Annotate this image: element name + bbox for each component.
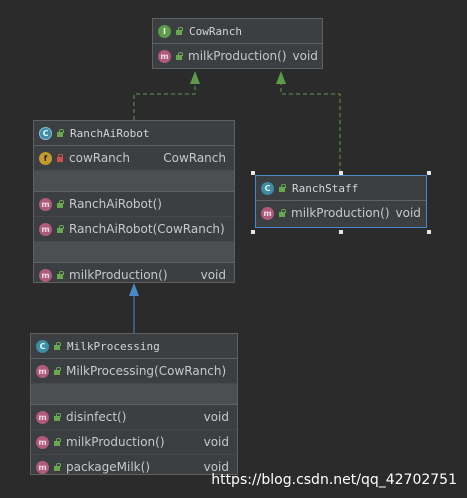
ranchstaff-header: C RanchStaff (256, 176, 426, 201)
section-divider (31, 384, 237, 405)
ranchairobot-method-milkproduction[interactable]: m milkProduction() void (34, 263, 234, 287)
selection-handle-top-right[interactable] (427, 171, 431, 175)
constructor-name: RanchAiRobot() (69, 197, 162, 211)
ranchairobot-class-box[interactable]: C RanchAiRobot f cowRanch CowRanch m Ran… (33, 120, 235, 283)
cowranch-name: CowRanch (189, 24, 242, 38)
public-lock-icon (278, 209, 286, 217)
ranchstaff-method-milkproduction[interactable]: m milkProduction() void (256, 201, 426, 225)
method-icon: m (36, 435, 49, 449)
method-name: milkProduction() (66, 435, 165, 449)
implements-edge-ranchairobot (133, 84, 196, 120)
abstract-method-icon: m (158, 49, 171, 63)
milkprocessing-header: C MilkProcessing (31, 334, 237, 359)
method-return-type: void (203, 435, 229, 449)
milkprocessing-method-packagemilk[interactable]: m packageMilk() void (31, 455, 237, 479)
method-name: milkProduction() (69, 268, 168, 282)
class-icon: C (36, 339, 49, 353)
cowranch-method-milkproduction[interactable]: m milkProduction() void (153, 44, 322, 68)
method-icon: m (39, 222, 52, 236)
ranchairobot-constructor-default[interactable]: m RanchAiRobot() (34, 192, 234, 217)
field-name: cowRanch (69, 151, 130, 165)
method-return-type: void (203, 410, 229, 424)
method-icon: m (39, 197, 52, 211)
method-icon: m (36, 410, 49, 424)
method-name: milkProduction() (188, 49, 287, 63)
public-lock-icon (56, 129, 64, 137)
ranchairobot-name: RanchAiRobot (70, 126, 150, 140)
selection-handle-bottom-right[interactable] (427, 230, 431, 234)
public-lock-icon (53, 413, 61, 421)
constructor-name: MilkProcessing(CowRanch) (66, 364, 227, 378)
watermark-text: https://blog.csdn.net/qq_42702751 (211, 472, 457, 488)
public-lock-icon (278, 184, 286, 192)
public-lock-icon (56, 225, 64, 233)
private-lock-icon (56, 154, 64, 162)
method-name: disinfect() (66, 410, 127, 424)
cowranch-header: I CowRanch (153, 19, 322, 44)
milkprocessing-constructor[interactable]: m MilkProcessing(CowRanch) (31, 359, 237, 384)
public-lock-icon (53, 367, 61, 375)
ranchstaff-class-box[interactable]: C RanchStaff m milkProduction() void (255, 175, 427, 228)
public-lock-icon (53, 463, 61, 471)
milkprocessing-method-milkproduction[interactable]: m milkProduction() void (31, 430, 237, 455)
section-divider (34, 242, 234, 263)
milkprocessing-name: MilkProcessing (67, 339, 160, 353)
cowranch-interface-box[interactable]: I CowRanch m milkProduction() void (152, 18, 323, 69)
selection-handle-bottom-left[interactable] (251, 230, 255, 234)
section-divider (34, 171, 234, 192)
milkprocessing-class-box[interactable]: C MilkProcessing m MilkProcessing(CowRan… (30, 333, 238, 475)
method-return-type: void (395, 206, 421, 220)
implements-edge-ranchstaff (280, 84, 341, 173)
selection-handle-top-left[interactable] (251, 171, 255, 175)
interface-icon: I (158, 24, 171, 38)
method-return-type: void (200, 268, 226, 282)
method-icon: m (261, 206, 274, 220)
public-lock-icon (56, 200, 64, 208)
implements-arrowhead-ranchairobot (190, 71, 200, 84)
ranchstaff-name: RanchStaff (292, 181, 359, 195)
method-return-type: void (292, 49, 318, 63)
method-name: milkProduction() (291, 206, 390, 220)
ranchairobot-header: C RanchAiRobot (34, 121, 234, 146)
class-icon: C (261, 181, 274, 195)
selection-handle-bottom-mid[interactable] (339, 230, 343, 234)
public-lock-icon (175, 52, 183, 60)
public-lock-icon (53, 438, 61, 446)
field-icon: f (39, 151, 52, 165)
selection-handle-top-mid[interactable] (339, 171, 343, 175)
ranchairobot-field-cowranch[interactable]: f cowRanch CowRanch (34, 146, 234, 171)
public-lock-icon (53, 342, 61, 350)
implements-arrowhead-ranchstaff (276, 71, 286, 84)
ranchairobot-constructor-cowranch[interactable]: m RanchAiRobot(CowRanch) (34, 217, 234, 242)
method-name: packageMilk() (66, 460, 150, 474)
public-lock-icon (56, 271, 64, 279)
abstract-class-icon: C (39, 126, 52, 140)
constructor-name: RanchAiRobot(CowRanch) (69, 222, 225, 236)
method-icon: m (39, 268, 52, 282)
method-icon: m (36, 364, 49, 378)
public-lock-icon (175, 27, 183, 35)
field-type: CowRanch (163, 151, 226, 165)
milkprocessing-method-disinfect[interactable]: m disinfect() void (31, 405, 237, 430)
method-icon: m (36, 460, 49, 474)
